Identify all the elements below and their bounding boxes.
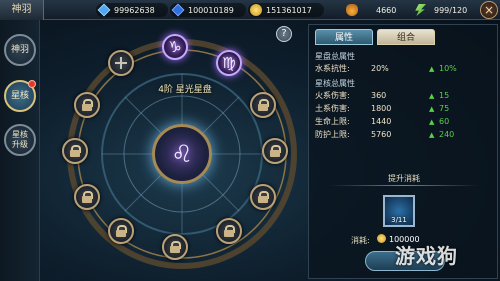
resource-value: 151361017 (266, 5, 312, 15)
lock-icon (70, 145, 81, 157)
stat-gain: 10% (439, 64, 457, 73)
upgrade-cost-title: 提升消耗 (388, 174, 420, 183)
zodiac-node[interactable] (162, 234, 188, 260)
lock-icon (82, 99, 93, 111)
stat-value: 20% (371, 64, 389, 73)
sidebar: 神羽 星核 星核升级 (0, 20, 40, 281)
arrow-up-icon: ▲ (429, 92, 435, 100)
energy-icon (415, 4, 426, 16)
resource-diamond: 99962638 (97, 2, 155, 18)
lock-icon (82, 191, 93, 203)
lock-icon (270, 145, 281, 157)
zodiac-node[interactable] (62, 138, 88, 164)
stat-row: 防护上限: 5760 ▲ 240 (315, 130, 493, 140)
gold-coin-icon (377, 234, 386, 243)
stat-gain: 15 (439, 91, 450, 100)
panel-tabs: 属性 组合 (315, 29, 439, 45)
watermark-logo: 游戏狗 (395, 244, 458, 268)
leo-icon: ♌ (171, 140, 193, 168)
window-title: 神羽 (0, 0, 44, 20)
stat-value: 5760 (371, 130, 392, 139)
potion-icon (346, 4, 358, 16)
divider (329, 185, 479, 186)
resource-value: 100010189 (188, 5, 234, 15)
constellation-board: 4阶 星光星盘 ♑ ♍ ♌ (44, 22, 300, 281)
zodiac-node[interactable] (108, 218, 134, 244)
top-bar: 神羽 99962638 100010189 151361017 4660 999… (0, 0, 500, 20)
capricorn-icon: ♑ (168, 37, 182, 56)
gold-coin-icon (250, 4, 262, 16)
stat-gain: 75 (439, 104, 450, 113)
resource-potion: 4660 (346, 2, 396, 18)
sidebar-item-xinghe[interactable]: 星核 (4, 80, 36, 112)
stat-gain: 60 (439, 117, 450, 126)
stat-name: 防护上限: (315, 130, 350, 139)
zodiac-node[interactable] (74, 184, 100, 210)
zodiac-node[interactable] (262, 138, 288, 164)
stat-value: 360 (371, 91, 387, 100)
tab-attributes[interactable]: 属性 (315, 29, 373, 45)
cost-label: 消耗: (351, 236, 370, 245)
sidebar-item-xinghe-upgrade[interactable]: 星核升级 (4, 124, 36, 156)
arrow-up-icon: ▲ (429, 105, 435, 113)
zodiac-node[interactable] (250, 184, 276, 210)
constellation-core[interactable]: ♌ (152, 124, 212, 184)
stat-gain: 240 (439, 130, 455, 139)
cross-icon (115, 57, 127, 69)
arrow-up-icon: ▲ (429, 131, 435, 139)
stat-row: 水系抗性: 20% ▲ 10% (315, 64, 493, 74)
zodiac-node[interactable] (74, 92, 100, 118)
constellation-title: 4阶 星光星盘 (158, 85, 212, 95)
resource-value: 99962638 (114, 5, 155, 15)
stat-name: 火系伤害: (315, 91, 350, 100)
section-title: 星盘总属性 (315, 52, 355, 61)
notification-dot (28, 80, 36, 88)
sidebar-item-label: 神羽 (10, 45, 29, 55)
lock-icon (170, 241, 181, 253)
resource-value: 4660 (376, 5, 397, 15)
close-button[interactable]: × (480, 1, 498, 19)
sidebar-item-label: 星核 (10, 91, 29, 101)
stat-name: 水系抗性: (315, 64, 350, 73)
arrow-up-icon: ▲ (429, 118, 435, 126)
stat-value: 1800 (371, 104, 392, 113)
lock-icon (224, 225, 235, 237)
sidebar-item-shenyu[interactable]: 神羽 (4, 34, 36, 66)
resource-energy: 999/120 (414, 2, 467, 18)
zodiac-node[interactable] (108, 50, 134, 76)
zodiac-node-capricorn[interactable]: ♑ (162, 34, 188, 60)
lock-icon (116, 225, 127, 237)
section-title: 星核总属性 (315, 79, 355, 88)
stat-name: 土系伤害: (315, 104, 350, 113)
blue-gem-icon (171, 3, 185, 17)
arrow-up-icon: ▲ (429, 65, 435, 73)
stat-row: 火系伤害: 360 ▲ 15 (315, 91, 493, 101)
stat-value: 1440 (371, 117, 392, 126)
stat-row: 土系伤害: 1800 ▲ 75 (315, 104, 493, 114)
zodiac-node-virgo[interactable]: ♍ (216, 50, 242, 76)
zodiac-node[interactable] (216, 218, 242, 244)
stat-name: 生命上限: (315, 117, 350, 126)
resource-blue-gem: 100010189 (171, 2, 234, 18)
zodiac-node[interactable] (250, 92, 276, 118)
virgo-icon: ♍ (222, 53, 236, 72)
lock-icon (258, 99, 269, 111)
diamond-icon (97, 3, 111, 17)
stat-row: 生命上限: 1440 ▲ 60 (315, 117, 493, 127)
resource-value: 999/120 (434, 5, 468, 15)
tab-combination[interactable]: 组合 (377, 29, 435, 45)
item-count: 3/11 (391, 216, 407, 224)
lock-icon (258, 191, 269, 203)
sidebar-item-label: 星核升级 (12, 130, 28, 149)
upgrade-material-slot[interactable]: 3/11 (383, 195, 415, 227)
resource-gold: 151361017 (250, 2, 312, 18)
